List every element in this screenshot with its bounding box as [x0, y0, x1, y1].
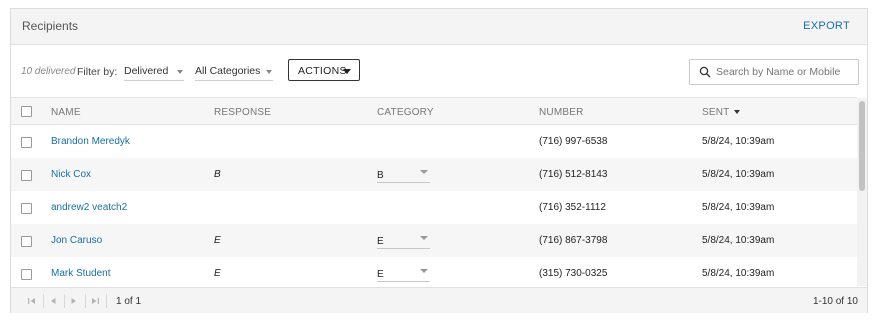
category-select[interactable]: E — [377, 265, 430, 282]
column-header-name[interactable]: NAME — [51, 107, 81, 118]
column-header-sent[interactable]: SENT — [702, 107, 741, 118]
sort-desc-icon — [734, 110, 741, 115]
page-info: 1 of 1 — [116, 296, 142, 307]
chevron-down-icon — [420, 269, 428, 273]
recipient-name-link[interactable]: Brandon Meredyk — [51, 136, 130, 147]
chevron-down-icon — [266, 70, 272, 74]
filter-bar: 10 delivered Filter by: Delivered All Ca… — [11, 45, 867, 97]
row-checkbox[interactable] — [21, 137, 32, 148]
column-header-sent-label: SENT — [702, 107, 730, 118]
recipient-number: (315) 730-0325 — [539, 268, 608, 279]
table-row: andrew2 veatch2 (716) 352-1112 5/8/24, 1… — [11, 191, 857, 224]
delivered-count: 10 delivered — [21, 66, 76, 77]
panel-header: Recipients EXPORT — [11, 9, 867, 45]
chevron-down-icon — [177, 70, 183, 74]
last-page-icon[interactable] — [89, 295, 101, 307]
table-row: Jon Caruso E E (716) 867-3798 5/8/24, 10… — [11, 224, 857, 257]
recipient-sent: 5/8/24, 10:39am — [702, 202, 775, 213]
category-select[interactable]: B — [377, 166, 430, 183]
search-icon — [699, 66, 711, 78]
search-input[interactable] — [716, 64, 854, 80]
recipient-sent: 5/8/24, 10:39am — [702, 235, 775, 246]
actions-button[interactable]: ACTIONS — [288, 59, 360, 81]
recipients-panel: Recipients EXPORT 10 delivered Filter by… — [10, 8, 868, 313]
category-select[interactable]: E — [377, 232, 430, 249]
recipient-name-link[interactable]: Mark Student — [51, 268, 110, 279]
pagination-divider — [106, 294, 107, 308]
category-filter-value: All Categories — [195, 65, 261, 77]
recipients-table: NAME RESPONSE CATEGORY NUMBER SENT Brand… — [11, 97, 857, 287]
recipient-name-link[interactable]: Jon Caruso — [51, 235, 102, 246]
recipient-number: (716) 867-3798 — [539, 235, 608, 246]
column-header-category[interactable]: CATEGORY — [377, 107, 434, 118]
row-checkbox[interactable] — [21, 269, 32, 280]
panel-title: Recipients — [22, 19, 79, 33]
recipient-name-link[interactable]: andrew2 veatch2 — [51, 202, 127, 213]
status-filter-value: Delivered — [124, 65, 169, 77]
recipient-number: (716) 997-6538 — [539, 136, 608, 147]
table-header: NAME RESPONSE CATEGORY NUMBER SENT — [11, 97, 857, 125]
row-checkbox[interactable] — [21, 203, 32, 214]
category-value: E — [377, 236, 384, 247]
actions-label: ACTIONS — [298, 65, 347, 77]
row-checkbox[interactable] — [21, 170, 32, 181]
table-row: Nick Cox B B (716) 512-8143 5/8/24, 10:3… — [11, 158, 857, 191]
pagination-divider — [64, 294, 65, 308]
export-button[interactable]: EXPORT — [803, 20, 850, 32]
chevron-down-icon — [420, 236, 428, 240]
table-row: Mark Student E E (315) 730-0325 5/8/24, … — [11, 257, 857, 287]
recipient-response: B — [214, 169, 221, 180]
category-filter-select[interactable]: All Categories — [195, 62, 273, 81]
pagination-bar: 1 of 1 1-10 of 10 — [11, 287, 867, 313]
filter-label: Filter by: — [77, 66, 118, 78]
row-checkbox[interactable] — [21, 236, 32, 247]
next-page-icon[interactable] — [68, 295, 80, 307]
column-header-number[interactable]: NUMBER — [539, 107, 584, 118]
caret-down-icon — [343, 69, 351, 74]
recipient-response: E — [214, 235, 221, 246]
pagination-divider — [85, 294, 86, 308]
select-all-checkbox[interactable] — [21, 106, 32, 117]
table-row: Brandon Meredyk (716) 997-6538 5/8/24, 1… — [11, 125, 857, 158]
status-filter-select[interactable]: Delivered — [124, 62, 184, 81]
category-value: B — [377, 170, 384, 181]
recipient-sent: 5/8/24, 10:39am — [702, 136, 775, 147]
pagination-divider — [43, 294, 44, 308]
prev-page-icon[interactable] — [47, 295, 59, 307]
chevron-down-icon — [420, 170, 428, 174]
scrollbar-thumb[interactable] — [859, 101, 865, 191]
search-box — [689, 59, 859, 85]
category-value: E — [377, 269, 384, 280]
range-info: 1-10 of 10 — [812, 296, 858, 307]
recipient-number: (716) 352-1112 — [539, 202, 606, 213]
column-header-response[interactable]: RESPONSE — [214, 107, 271, 118]
recipient-name-link[interactable]: Nick Cox — [51, 169, 91, 180]
recipient-sent: 5/8/24, 10:39am — [702, 268, 775, 279]
table-scrollbar[interactable] — [857, 98, 867, 286]
recipient-number: (716) 512-8143 — [539, 169, 608, 180]
recipient-sent: 5/8/24, 10:39am — [702, 169, 775, 180]
first-page-icon[interactable] — [26, 295, 38, 307]
recipient-response: E — [214, 268, 221, 279]
